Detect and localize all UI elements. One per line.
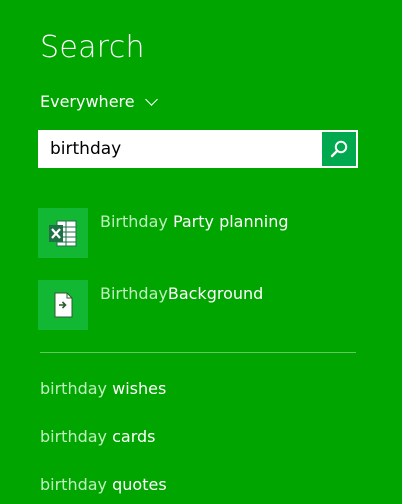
suggestion-match-text: birthday: [40, 427, 108, 446]
result-match-text: Birthday: [100, 284, 168, 303]
result-label: BirthdayBackground: [100, 283, 263, 305]
file-shortcut-icon: [54, 292, 73, 318]
scope-dropdown[interactable]: Everywhere: [40, 92, 158, 112]
page-title: Search: [40, 30, 145, 65]
search-result-party-planning[interactable]: Birthday Party planning: [38, 208, 289, 258]
scope-label: Everywhere: [40, 92, 135, 111]
result-label: Birthday Party planning: [100, 211, 289, 233]
search-icon: [330, 140, 348, 158]
search-input[interactable]: [38, 130, 320, 168]
suggestion-birthday-cards[interactable]: birthday cards: [40, 426, 156, 448]
search-button[interactable]: [321, 131, 357, 167]
suggestion-match-text: birthday: [40, 379, 108, 398]
suggestion-rest-text: quotes: [112, 475, 167, 494]
result-tile: [38, 280, 88, 330]
result-rest-text: Party planning: [172, 212, 289, 231]
excel-spreadsheet-icon: [49, 220, 77, 247]
chevron-down-icon: [144, 92, 158, 106]
suggestion-rest-text: wishes: [112, 379, 167, 398]
suggestion-birthday-wishes[interactable]: birthday wishes: [40, 378, 166, 400]
suggestion-match-text: birthday: [40, 475, 108, 494]
suggestion-birthday-quotes[interactable]: birthday quotes: [40, 474, 167, 496]
result-tile: [38, 208, 88, 258]
suggestion-rest-text: cards: [112, 427, 156, 446]
result-match-text: Birthday: [100, 212, 168, 231]
divider: [40, 352, 356, 353]
result-rest-text: Background: [167, 284, 264, 303]
search-result-background[interactable]: BirthdayBackground: [38, 280, 263, 330]
search-box: [38, 130, 358, 168]
